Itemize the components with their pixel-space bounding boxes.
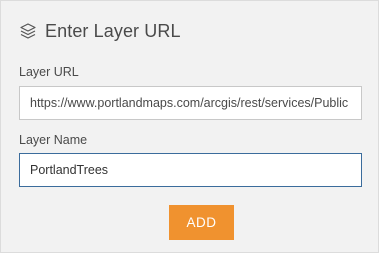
layer-url-label: Layer URL (19, 65, 79, 79)
layer-url-input[interactable] (19, 86, 362, 120)
panel-header: Enter Layer URL (19, 19, 181, 43)
add-layer-panel: Enter Layer URL Layer URL Layer Name ADD (0, 0, 379, 253)
layer-name-label: Layer Name (19, 133, 88, 147)
add-button[interactable]: ADD (169, 205, 234, 240)
layer-name-input[interactable] (19, 153, 362, 187)
page-title: Enter Layer URL (45, 20, 181, 41)
layers-icon (19, 22, 37, 40)
